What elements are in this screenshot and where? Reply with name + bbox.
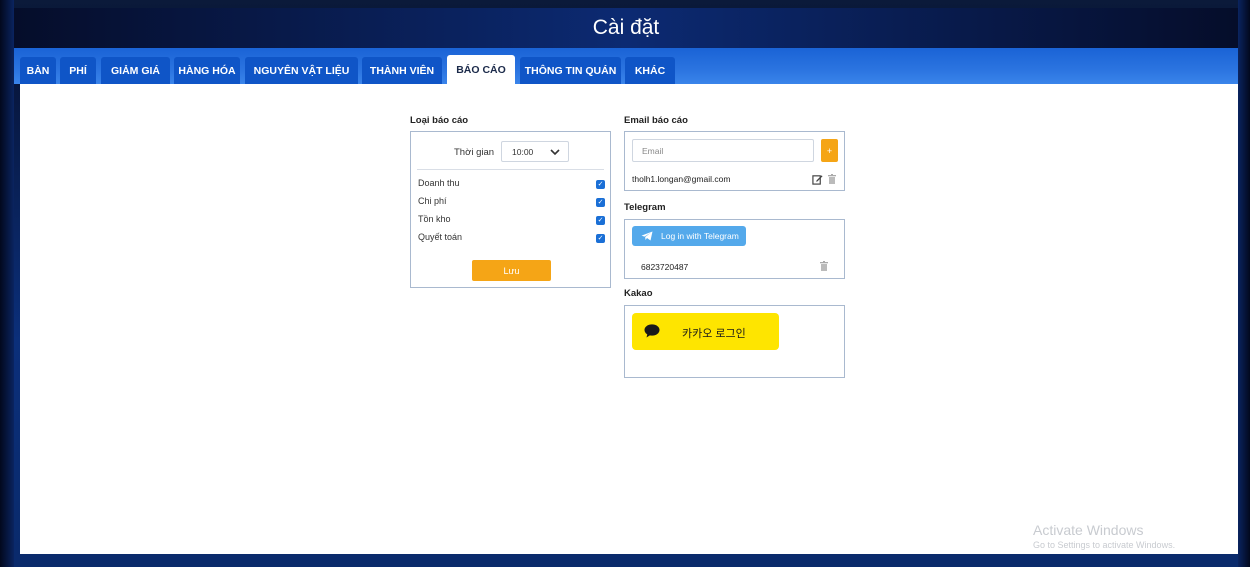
doanh-thu-checkbox[interactable]: ✓	[596, 180, 605, 189]
report-item-label: Quyết toán	[418, 232, 463, 242]
content-area: Loại báo cáo Thời gian 10:00 Doanh thu ✓…	[20, 84, 1238, 554]
chevron-down-icon	[550, 149, 560, 156]
tab-bar: BÀN PHÍ GIẢM GIÁ HÀNG HÓA NGUYÊN VẬT LIỆ…	[14, 48, 1238, 84]
tab-phi[interactable]: PHÍ	[60, 57, 96, 84]
tab-thong-tin-quan[interactable]: THÔNG TIN QUÁN	[520, 57, 621, 84]
tab-bao-cao[interactable]: BÁO CÁO	[447, 55, 515, 84]
trash-icon[interactable]	[827, 173, 837, 185]
ton-kho-checkbox[interactable]: ✓	[596, 216, 605, 225]
tab-giam-gia[interactable]: GIẢM GIÁ	[101, 57, 170, 84]
add-email-button[interactable]: +	[821, 139, 838, 162]
time-label: Thời gian	[454, 147, 495, 158]
report-panel: Thời gian 10:00 Doanh thu ✓ Chi phí ✓ Tồ…	[410, 131, 611, 288]
activate-windows-title: Activate Windows	[1033, 522, 1144, 538]
report-item-label: Tồn kho	[418, 214, 451, 224]
tab-khac[interactable]: KHÁC	[625, 57, 675, 84]
tab-thanh-vien[interactable]: THÀNH VIÊN	[362, 57, 442, 84]
telegram-panel: Log in with Telegram 6823720487	[624, 219, 845, 279]
telegram-login-label: Log in with Telegram	[661, 231, 739, 241]
divider	[417, 169, 604, 170]
email-section-title: Email báo cáo	[624, 115, 688, 126]
tab-hang-hoa[interactable]: HÀNG HÓA	[174, 57, 240, 84]
save-button[interactable]: Lưu	[472, 260, 551, 281]
trash-icon[interactable]	[819, 260, 829, 272]
speech-bubble-icon	[644, 324, 660, 338]
time-select[interactable]: 10:00	[501, 141, 569, 162]
report-item-label: Doanh thu	[418, 178, 460, 188]
kakao-section-title: Kakao	[624, 288, 653, 299]
telegram-icon	[641, 231, 653, 241]
edit-icon[interactable]	[811, 173, 823, 185]
time-select-value: 10:00	[512, 146, 534, 157]
kakao-login-label: 카카오 로그인	[682, 328, 746, 340]
activate-windows-subtitle: Go to Settings to activate Windows.	[1033, 540, 1176, 550]
kakao-panel: 카카오 로그인	[624, 305, 845, 378]
report-section-title: Loại báo cáo	[410, 115, 469, 126]
quyet-toan-checkbox[interactable]: ✓	[596, 234, 605, 243]
email-panel: Email + tholh1.longan@gmail.com	[624, 131, 845, 191]
kakao-login-button[interactable]: 카카오 로그인	[632, 313, 779, 350]
chi-phi-checkbox[interactable]: ✓	[596, 198, 605, 207]
email-input[interactable]: Email	[632, 139, 814, 162]
title-bar: Cài đặt	[14, 8, 1238, 48]
email-entry: tholh1.longan@gmail.com	[632, 174, 731, 184]
telegram-login-button[interactable]: Log in with Telegram	[632, 226, 746, 246]
telegram-entry: 6823720487	[641, 262, 689, 272]
tab-nguyen-vat-lieu[interactable]: NGUYÊN VẬT LIỆU	[245, 57, 358, 84]
tab-ban[interactable]: BÀN	[20, 57, 56, 84]
report-item-label: Chi phí	[418, 196, 447, 206]
page-title: Cài đặt	[592, 16, 660, 39]
telegram-section-title: Telegram	[624, 202, 666, 213]
